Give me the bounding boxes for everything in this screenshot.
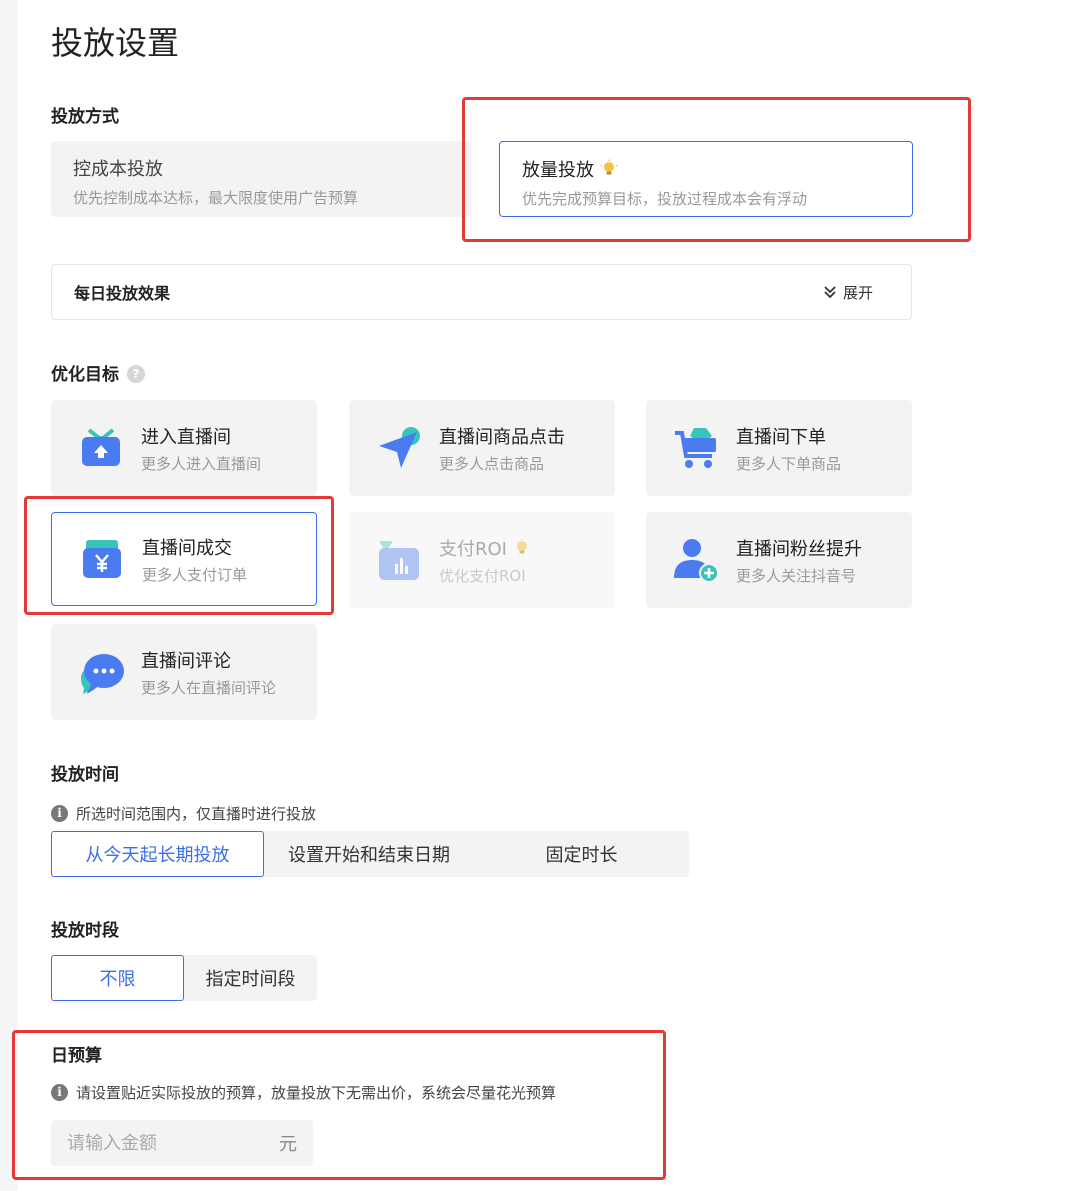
schedule-note: 所选时间范围内，仅直播时进行投放 [76,805,317,823]
yuan-wallet-icon [83,540,121,578]
page-title: 投放设置 [51,24,180,62]
budget-field[interactable]: 元 [51,1120,313,1166]
goal-option-subtitle: 优化支付ROI [439,566,526,585]
mode-option-subtitle: 优先控制成本达标，最大限度使用广告预算 [73,189,359,207]
goal-option-enter-room[interactable]: 进入直播间 更多人进入直播间 [51,400,317,496]
user-add-icon [674,539,719,583]
expand-toggle[interactable]: 展开 [823,282,873,303]
schedule-note-row: i 所选时间范围内，仅直播时进行投放 [51,803,316,824]
roi-chart-icon [379,541,419,580]
left-sidebar-strip [0,0,18,1191]
delivery-mode-label: 投放方式 [51,107,119,127]
time-slot-option-specify[interactable]: 指定时间段 [184,955,317,1001]
goal-option-transaction[interactable]: 直播间成交 更多人支付订单 [51,512,317,606]
lightbulb-icon [516,538,527,553]
cursor-click-icon [379,427,420,468]
goal-option-subtitle: 更多人点击商品 [439,454,545,473]
time-slot-option-unlimited[interactable]: 不限 [51,955,184,1001]
goal-option-subtitle: 更多人支付订单 [142,565,248,584]
budget-unit: 元 [279,1134,297,1155]
goal-option-subtitle: 更多人在直播间评论 [141,678,277,697]
chat-bubble-icon [81,654,124,694]
goal-option-title: 直播间商品点击 [439,426,565,448]
goal-option-title: 直播间评论 [141,650,231,672]
daily-effect-panel[interactable]: 每日投放效果 展开 [51,264,912,320]
goal-option-comment[interactable]: 直播间评论 更多人在直播间评论 [51,624,317,720]
mode-option-title: 放量投放 [522,160,594,181]
goal-label-row: 优化目标? [51,360,145,385]
schedule-option-date-range[interactable]: 设置开始和结束日期 [264,831,474,877]
goal-option-pay-roi: 支付ROI 优化支付ROI [349,512,615,608]
goal-option-title: 进入直播间 [141,426,231,448]
schedule-segmented-control: 从今天起长期投放 设置开始和结束日期 固定时长 [51,831,689,877]
goal-option-subtitle: 更多人进入直播间 [141,454,262,473]
goal-option-subtitle: 更多人下单商品 [736,454,842,473]
budget-note: 请设置贴近实际投放的预算，放量投放下无需出价，系统会尽量花光预算 [76,1084,557,1102]
time-slot-label: 投放时段 [51,921,119,941]
mode-option-volume[interactable]: 放量投放 优先完成预算目标，投放过程成本会有浮动 [499,141,913,217]
budget-label: 日预算 [51,1046,102,1066]
budget-note-row: i 请设置贴近实际投放的预算，放量投放下无需出价，系统会尽量花光预算 [51,1082,556,1103]
mode-option-subtitle: 优先完成预算目标，投放过程成本会有浮动 [522,190,808,208]
goal-option-fans-growth[interactable]: 直播间粉丝提升 更多人关注抖音号 [646,512,912,608]
goal-option-place-order[interactable]: 直播间下单 更多人下单商品 [646,400,912,496]
budget-input[interactable] [67,1132,247,1154]
goal-option-subtitle: 更多人关注抖音号 [736,566,857,585]
expand-label: 展开 [842,283,873,302]
goal-option-title: 支付ROI [439,538,507,560]
goal-option-title: 直播间成交 [142,537,232,559]
info-icon: i [51,1084,68,1101]
daily-effect-label: 每日投放效果 [74,284,171,303]
time-slot-segmented-control: 不限 指定时间段 [51,955,317,1001]
goal-option-title: 直播间下单 [736,426,826,448]
cart-icon [675,428,716,468]
schedule-option-long-term[interactable]: 从今天起长期投放 [51,831,264,877]
goal-option-product-click[interactable]: 直播间商品点击 更多人点击商品 [349,400,615,496]
mode-option-title: 控成本投放 [73,159,163,180]
help-icon[interactable]: ? [127,365,145,383]
goal-label: 优化目标 [51,365,119,385]
info-icon: i [51,805,68,822]
lightbulb-icon [600,159,618,175]
goal-option-title: 直播间粉丝提升 [736,538,862,560]
schedule-option-fixed-duration[interactable]: 固定时长 [474,831,689,877]
mode-option-cost-control[interactable]: 控成本投放 优先控制成本达标，最大限度使用广告预算 [51,141,471,217]
double-chevron-down-icon [824,286,836,299]
schedule-label: 投放时间 [51,765,119,785]
tv-enter-icon [82,428,120,466]
